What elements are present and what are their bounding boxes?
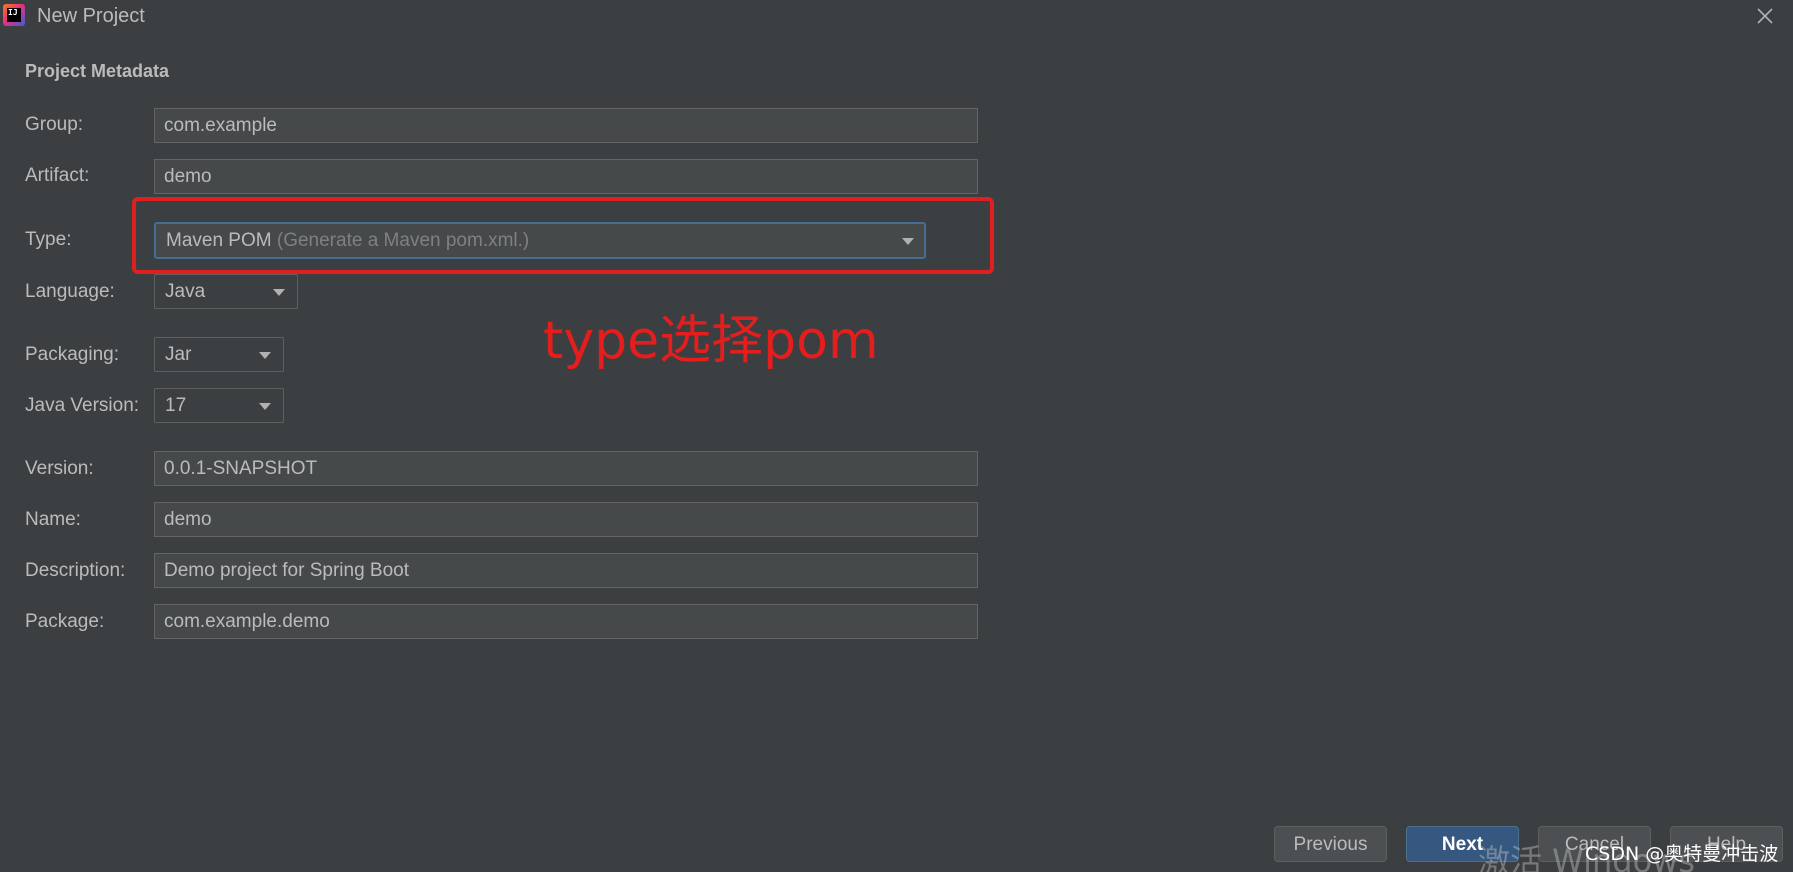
description-field[interactable]: Demo project for Spring Boot [154, 553, 978, 588]
group-label: Group: [25, 114, 84, 135]
app-icon-text: IJ [7, 8, 21, 22]
name-label: Name: [25, 509, 81, 530]
close-icon[interactable] [1753, 4, 1777, 28]
window-title: New Project [37, 5, 145, 27]
language-value: Java [165, 281, 206, 302]
chevron-down-icon [259, 352, 271, 359]
package-field[interactable]: com.example.demo [154, 604, 978, 639]
new-project-dialog: IJ New Project Project Metadata Group: c… [0, 0, 1793, 872]
artifact-field[interactable]: demo [154, 159, 978, 194]
language-dropdown[interactable]: Java [154, 274, 298, 309]
type-label: Type: [25, 229, 72, 250]
annotation-text: type选择pom [543, 311, 879, 371]
group-field[interactable]: com.example [154, 108, 978, 143]
java-version-label: Java Version: [25, 395, 140, 416]
annotation-highlight-box [132, 197, 994, 274]
name-field[interactable]: demo [154, 502, 978, 537]
artifact-label: Artifact: [25, 165, 90, 186]
version-field[interactable]: 0.0.1-SNAPSHOT [154, 451, 978, 486]
language-label: Language: [25, 281, 115, 302]
packaging-dropdown[interactable]: Jar [154, 337, 284, 372]
intellij-app-icon: IJ [3, 4, 25, 26]
description-label: Description: [25, 560, 126, 581]
packaging-label: Packaging: [25, 344, 120, 365]
section-title: Project Metadata [25, 61, 170, 81]
chevron-down-icon [259, 403, 271, 410]
csdn-watermark: CSDN @奥特曼冲击波 [1585, 843, 1779, 865]
packaging-value: Jar [165, 344, 192, 365]
java-version-value: 17 [165, 395, 187, 416]
java-version-dropdown[interactable]: 17 [154, 388, 284, 423]
version-label: Version: [25, 458, 94, 479]
title-bar: IJ New Project [0, 0, 1793, 34]
previous-button[interactable]: Previous [1274, 826, 1387, 862]
chevron-down-icon [273, 289, 285, 296]
package-label: Package: [25, 611, 105, 632]
